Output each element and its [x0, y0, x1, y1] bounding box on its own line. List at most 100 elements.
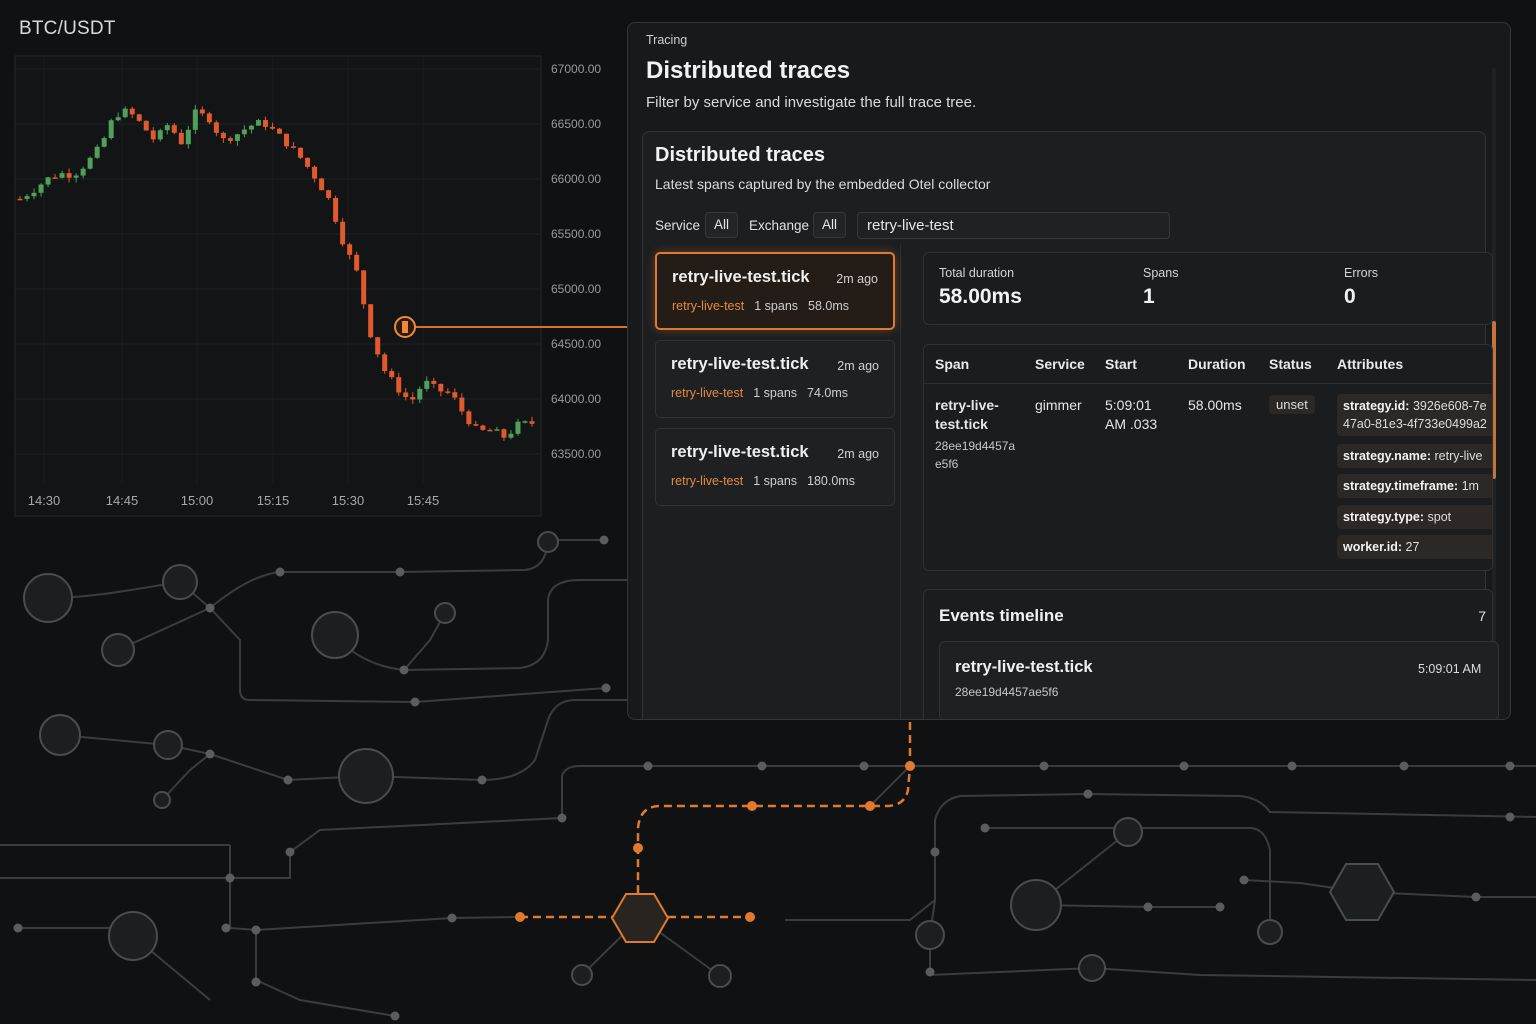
candle-body	[508, 433, 514, 438]
span-id: 28ee19d4457a e5f6	[935, 437, 1015, 473]
errors-label: Errors	[1344, 266, 1379, 280]
trace-age: 2m ago	[837, 447, 879, 461]
candle-body	[94, 146, 100, 158]
trace-duration: 180.0ms	[807, 474, 855, 488]
exchange-filter-select[interactable]: All	[813, 212, 847, 238]
trace-name: retry-live-test.tick	[671, 355, 809, 373]
events-title: Events timeline	[939, 606, 1064, 625]
trace-span-count: 1 spans	[753, 474, 798, 488]
candle-body	[319, 178, 325, 191]
candle-body	[192, 109, 198, 130]
trace-span-count: 1 spans	[754, 299, 799, 313]
candle-body	[136, 114, 142, 121]
candle-body	[80, 168, 86, 176]
attribute-value: 1m	[1461, 479, 1479, 493]
candle-body	[291, 146, 297, 148]
candle-body	[115, 117, 121, 121]
attribute-chip: worker.id: 27	[1337, 535, 1492, 559]
candle-body	[403, 392, 409, 398]
traces-card: Distributed traces Latest spans captured…	[642, 131, 1499, 719]
span-start: 5:09:01 AM .033	[1105, 396, 1157, 434]
x-tick-label: 14:30	[28, 493, 61, 508]
candle-body	[305, 157, 311, 167]
candle-body	[340, 221, 346, 245]
search-input[interactable]: retry-live-test	[857, 212, 1170, 239]
card-subtitle: Latest spans captured by the embedded Ot…	[655, 176, 991, 192]
span-name[interactable]: retry-live- test.tick	[935, 396, 999, 434]
candle-body	[143, 120, 149, 131]
attribute-key: strategy.timeframe:	[1343, 479, 1459, 493]
candle-body	[347, 244, 353, 255]
candle-body	[396, 377, 402, 393]
attribute-value: 27	[1405, 540, 1420, 554]
column-header-duration[interactable]: Duration	[1188, 356, 1246, 372]
candle-body	[269, 126, 275, 129]
candle-body	[171, 125, 177, 133]
y-tick-label: 64000.00	[551, 392, 601, 406]
trace-name: retry-live-test.tick	[672, 268, 810, 286]
candle-body	[73, 175, 79, 178]
y-tick-label: 66000.00	[551, 172, 601, 186]
attribute-key: strategy.type:	[1343, 510, 1425, 524]
x-tick-label: 14:45	[106, 493, 139, 508]
trace-age: 2m ago	[836, 272, 878, 286]
candle-body	[164, 125, 170, 131]
candle-body	[24, 196, 30, 199]
service-filter-select[interactable]: All	[705, 212, 739, 238]
column-header-status[interactable]: Status	[1269, 356, 1312, 372]
tracing-panel: Tracing Distributed traces Filter by ser…	[627, 22, 1511, 720]
card-title: Distributed traces	[655, 144, 826, 166]
attribute-value-cont: 47a0-81e3-4f733e0499a2	[1343, 417, 1487, 431]
trace-span-count: 1 spans	[753, 386, 798, 400]
trace-list-item[interactable]: retry-live-test.tick 2m ago retry-live-t…	[655, 428, 895, 506]
candle-body	[487, 429, 493, 432]
trace-service: retry-live-test	[671, 474, 744, 488]
attribute-chip: strategy.name: retry-live	[1337, 444, 1492, 468]
attribute-chip: strategy.type: spot	[1337, 505, 1492, 529]
trace-list-item[interactable]: retry-live-test.tick 2m ago retry-live-t…	[655, 340, 895, 418]
service-filter-label: Service	[655, 218, 701, 233]
span-name-line2: test.tick	[935, 416, 988, 432]
candle-body	[361, 270, 367, 305]
candle-body	[459, 397, 465, 412]
candle-body	[298, 147, 304, 158]
candle-body	[368, 304, 374, 338]
events-count: 7	[1478, 608, 1486, 624]
trace-duration: 58.0ms	[808, 299, 850, 313]
event-id: 28ee19d4457ae5f6	[955, 685, 1059, 699]
column-header-attributes[interactable]: Attributes	[1337, 356, 1403, 372]
trace-stats: Total duration 58.00ms Spans 1 Errors 0	[923, 252, 1493, 325]
column-header-service[interactable]: Service	[1035, 356, 1085, 372]
attribute-key: strategy.id:	[1343, 399, 1410, 413]
candle-body	[129, 108, 135, 115]
attribute-chip: strategy.id: 3926e608-7e 47a0-81e3-4f733e…	[1337, 394, 1492, 436]
candle-body	[234, 134, 240, 141]
attribute-key: strategy.name:	[1343, 449, 1431, 463]
candle-body	[157, 130, 163, 140]
total-duration-value: 58.00ms	[939, 285, 1022, 308]
candle-body	[199, 109, 205, 114]
candle-body	[452, 392, 458, 398]
candle-body	[122, 108, 128, 118]
span-service: gimmer	[1035, 397, 1082, 413]
event-name: retry-live-test.tick	[955, 658, 1093, 676]
y-tick-label: 63500.00	[551, 447, 601, 461]
span-start-line2: AM .033	[1105, 416, 1158, 432]
errors-value: 0	[1344, 285, 1356, 308]
spans-value: 1	[1143, 285, 1155, 308]
x-tick-label: 15:15	[257, 493, 290, 508]
attribute-chip: strategy.timeframe: 1m	[1337, 474, 1492, 498]
candle-body	[17, 198, 23, 201]
column-header-start[interactable]: Start	[1105, 356, 1137, 372]
selected-candle-marker-core	[402, 321, 408, 333]
candle-body	[494, 429, 500, 431]
candle-body	[515, 421, 521, 434]
trace-duration: 74.0ms	[807, 386, 849, 400]
candle-body	[382, 354, 388, 372]
candle-body	[480, 425, 486, 430]
event-item[interactable]: retry-live-test.tick 5:09:01 AM 28ee19d4…	[939, 641, 1499, 719]
trace-list-item[interactable]: retry-live-test.tick 2m ago retry-live-t…	[655, 252, 895, 330]
x-tick-label: 15:30	[332, 493, 365, 508]
column-header-span[interactable]: Span	[935, 356, 969, 372]
panel-eyebrow: Tracing	[646, 33, 688, 47]
